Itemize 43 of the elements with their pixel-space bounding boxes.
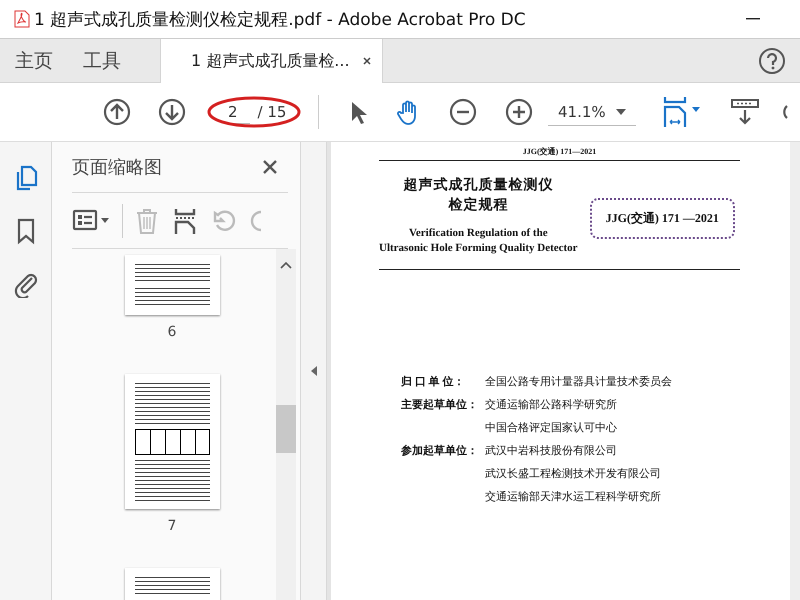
- caret-icon: [616, 108, 626, 114]
- nav-tab[interactable]: 1 超声式成孔质量检...: [160, 39, 383, 83]
- nav-tab[interactable]: 主页: [0, 39, 68, 82]
- collapse-arrow-icon[interactable]: [310, 366, 316, 376]
- window-title: 1 超声式成孔质量检测仪检定规程.pdf - Adobe Acrobat Pro DC: [34, 8, 526, 30]
- pdf-icon: [14, 10, 30, 28]
- english-title: Verification Regulation of the: [408, 226, 548, 241]
- standard-code-box: JJG(交通) 171 —2021: [590, 198, 735, 239]
- close-icon[interactable]: [262, 159, 278, 175]
- scrollbar[interactable]: [276, 249, 296, 600]
- scrollbar-thumb[interactable]: [276, 405, 296, 453]
- minimize-icon[interactable]: [746, 18, 760, 20]
- org-name: 武汉长盛工程检测技术开发有限公司: [485, 466, 661, 481]
- page-number: 7: [168, 518, 176, 534]
- scrollbar[interactable]: [790, 142, 800, 600]
- zoom-in-icon[interactable]: [505, 98, 533, 126]
- org-label: 主要起草单位：: [401, 398, 479, 413]
- org-name: 交通运输部公路科学研究所: [485, 398, 617, 412]
- org-name: 中国合格评定国家认可中心: [485, 420, 617, 435]
- close-icon[interactable]: [362, 56, 372, 66]
- org-name: 交通运输部天津水运工程科学研究所: [485, 490, 661, 504]
- page-thumbnail[interactable]: [124, 255, 220, 315]
- page-header: JJG(交通) 171—2021: [379, 146, 740, 161]
- org-label: 参加起草单位：: [401, 444, 479, 459]
- org-name: 全国公路专用计量器具计量技术委员会: [485, 374, 672, 389]
- document-title: 超声式成孔质量检测仪: [403, 176, 554, 195]
- scroll-up-icon[interactable]: [280, 261, 292, 269]
- document-title: 检定规程: [448, 196, 508, 215]
- page-number-field[interactable]: 2: [224, 100, 250, 124]
- zoom-out-icon[interactable]: [449, 98, 477, 126]
- page-thumbnail[interactable]: [124, 374, 220, 509]
- help-icon[interactable]: [758, 46, 786, 74]
- nav-tab[interactable]: 工具: [68, 39, 136, 82]
- scroll-mode-icon[interactable]: [730, 98, 760, 126]
- org-label: 归 口 单 位：: [401, 374, 466, 389]
- previous-page-icon[interactable]: [103, 98, 131, 126]
- page-count: / 15: [258, 103, 286, 121]
- next-page-icon[interactable]: [158, 98, 186, 126]
- panel-title: 页面缩略图: [72, 156, 162, 179]
- org-name: 武汉中岩科技股份有限公司: [485, 444, 618, 458]
- page-number: 6: [168, 324, 176, 340]
- zoom-dropdown[interactable]: 41.1%: [548, 98, 636, 126]
- english-title: Ultrasonic Hole Forming Quality Detector: [379, 241, 578, 256]
